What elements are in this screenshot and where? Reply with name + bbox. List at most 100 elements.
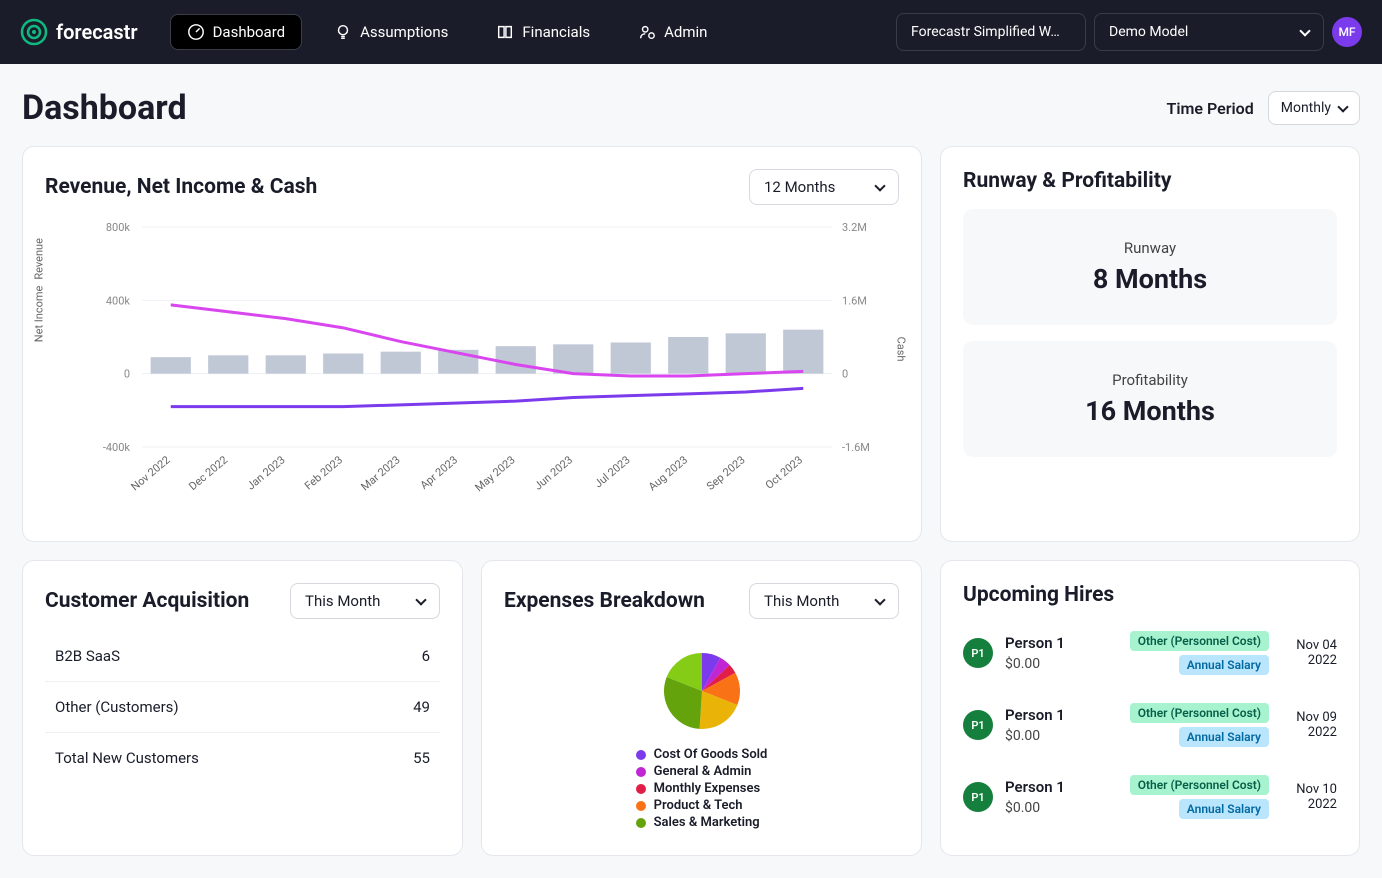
svg-text:Jun 2023: Jun 2023 <box>532 453 575 492</box>
content-grid: Revenue, Net Income & Cash 12 Months Net… <box>0 146 1382 878</box>
chevron-down-icon <box>415 594 426 605</box>
svg-text:May 2023: May 2023 <box>472 453 517 494</box>
upcoming-hires-card: Upcoming Hires P1 Person 1 $0.00 Other (… <box>940 560 1360 856</box>
nav-financials[interactable]: Financials <box>480 15 606 49</box>
svg-text:Nov 2022: Nov 2022 <box>128 453 172 493</box>
table-row: Total New Customers55 <box>45 733 440 783</box>
nav-assumptions-label: Assumptions <box>360 23 448 41</box>
card-header: Customer Acquisition This Month <box>45 583 440 619</box>
row-label: Other (Customers) <box>55 698 179 716</box>
legend-dot-icon <box>636 818 646 828</box>
hire-tags: Other (Personnel Cost) Annual Salary <box>1130 703 1269 747</box>
brand-logo[interactable]: forecastr <box>20 18 138 46</box>
svg-text:Jan 2023: Jan 2023 <box>244 453 287 492</box>
model-selector[interactable]: Demo Model <box>1094 13 1324 51</box>
card-header: Revenue, Net Income & Cash 12 Months <box>45 169 899 205</box>
hire-cost: $0.00 <box>1005 728 1118 744</box>
table-row: B2B SaaS 6 <box>45 631 440 682</box>
hire-badge: P1 <box>963 710 993 740</box>
svg-text:Jul 2023: Jul 2023 <box>592 453 633 490</box>
svg-text:Apr 2023: Apr 2023 <box>418 453 460 492</box>
row-value: 49 <box>413 698 430 716</box>
hire-date: Nov 042022 <box>1281 638 1337 668</box>
chart-area: Net Income Revenue Cash -400k0400k800k-1… <box>45 217 899 517</box>
row-label: B2B SaaS <box>55 647 120 665</box>
svg-text:400k: 400k <box>106 294 131 307</box>
time-period-label: Time Period <box>1167 99 1254 118</box>
pie-area: Cost Of Goods Sold General & Admin Monthly… <box>504 631 899 832</box>
legend-item: Cost Of Goods Sold <box>636 747 768 762</box>
model-selector-label: Demo Model <box>1109 24 1188 40</box>
hires-title: Upcoming Hires <box>963 583 1337 607</box>
revenue-chart-title: Revenue, Net Income & Cash <box>45 175 317 199</box>
row-value: 6 <box>422 647 430 665</box>
hire-name: Person 1 <box>1005 706 1118 724</box>
hire-date: Nov 102022 <box>1281 782 1337 812</box>
expenses-legend: Cost Of Goods Sold General & Admin Monthly… <box>636 747 768 832</box>
table-row: Other (Customers) 49 <box>45 682 440 733</box>
expenses-pie-chart <box>662 651 742 731</box>
hire-badge: P1 <box>963 638 993 668</box>
hire-tags: Other (Personnel Cost) Annual Salary <box>1130 631 1269 675</box>
hire-tag-type: Annual Salary <box>1179 799 1269 819</box>
svg-text:800k: 800k <box>106 221 131 234</box>
time-period-value: Monthly <box>1281 100 1331 116</box>
svg-text:Dec 2022: Dec 2022 <box>186 453 230 493</box>
left-axis-label: Net Income Revenue <box>33 238 46 342</box>
legend-dot-icon <box>636 801 646 811</box>
legend-label: Product & Tech <box>654 798 743 813</box>
expenses-range-selector[interactable]: This Month <box>749 583 899 619</box>
nav-dashboard-label: Dashboard <box>213 23 286 41</box>
hire-tag-type: Annual Salary <box>1179 655 1269 675</box>
hire-cost: $0.00 <box>1005 656 1118 672</box>
legend-dot-icon <box>636 784 646 794</box>
profitability-value: 16 Months <box>983 395 1317 427</box>
avatar-initials: MF <box>1338 25 1355 39</box>
legend-item: Monthly Expenses <box>636 781 768 796</box>
hire-tag-category: Other (Personnel Cost) <box>1130 631 1269 651</box>
chevron-down-icon <box>874 180 885 191</box>
svg-text:Mar 2023: Mar 2023 <box>358 453 402 493</box>
hire-row: P1 Person 1 $0.00 Other (Personnel Cost)… <box>963 689 1337 761</box>
legend-item: General & Admin <box>636 764 768 779</box>
nav-admin-label: Admin <box>664 23 707 41</box>
org-selector-label: Forecastr Simplified W… <box>911 24 1060 40</box>
nav-admin[interactable]: Admin <box>622 15 723 49</box>
hire-info: Person 1 $0.00 <box>1005 706 1118 744</box>
nav-dashboard[interactable]: Dashboard <box>170 14 303 50</box>
book-icon <box>496 23 514 41</box>
nav-assumptions[interactable]: Assumptions <box>318 15 464 49</box>
svg-text:0: 0 <box>124 368 130 381</box>
nav-financials-label: Financials <box>522 23 590 41</box>
chart-range-label: 12 Months <box>764 178 835 196</box>
hire-badge: P1 <box>963 782 993 812</box>
hire-tag-category: Other (Personnel Cost) <box>1130 703 1269 723</box>
revenue-chart-svg: -400k0400k800k-1.6M01.6M3.2MNov 2022Dec … <box>45 217 899 517</box>
hire-tag-type: Annual Salary <box>1179 727 1269 747</box>
hire-date: Nov 092022 <box>1281 710 1337 740</box>
chevron-down-icon <box>1299 25 1310 36</box>
acquisition-rows: B2B SaaS 6 Other (Customers) 49 Total New Cu… <box>45 631 440 783</box>
hire-info: Person 1 $0.00 <box>1005 634 1118 672</box>
time-period-selector[interactable]: Monthly <box>1268 91 1360 125</box>
right-axis-label: Cash <box>895 337 908 362</box>
page-title: Dashboard <box>22 88 187 128</box>
org-selector[interactable]: Forecastr Simplified W… <box>896 13 1086 51</box>
customer-acquisition-card: Customer Acquisition This Month B2B SaaS… <box>22 560 463 856</box>
expenses-card: Expenses Breakdown This Month Cost Of Go… <box>481 560 922 856</box>
runway-label: Runway <box>983 239 1317 257</box>
user-avatar[interactable]: MF <box>1332 17 1362 47</box>
legend-dot-icon <box>636 750 646 760</box>
profitability-metric: Profitability 16 Months <box>963 341 1337 457</box>
legend-item: Sales & Marketing <box>636 815 768 830</box>
hire-row: P1 Person 1 $0.00 Other (Personnel Cost)… <box>963 761 1337 833</box>
svg-text:Feb 2023: Feb 2023 <box>302 453 345 492</box>
acquisition-range-selector[interactable]: This Month <box>290 583 440 619</box>
chevron-down-icon <box>1337 101 1348 112</box>
acquisition-range-label: This Month <box>305 592 380 610</box>
user-gear-icon <box>638 23 656 41</box>
chart-range-selector[interactable]: 12 Months <box>749 169 899 205</box>
topnav-right: Forecastr Simplified W… Demo Model MF <box>896 13 1362 51</box>
card-header: Expenses Breakdown This Month <box>504 583 899 619</box>
runway-value: 8 Months <box>983 263 1317 295</box>
